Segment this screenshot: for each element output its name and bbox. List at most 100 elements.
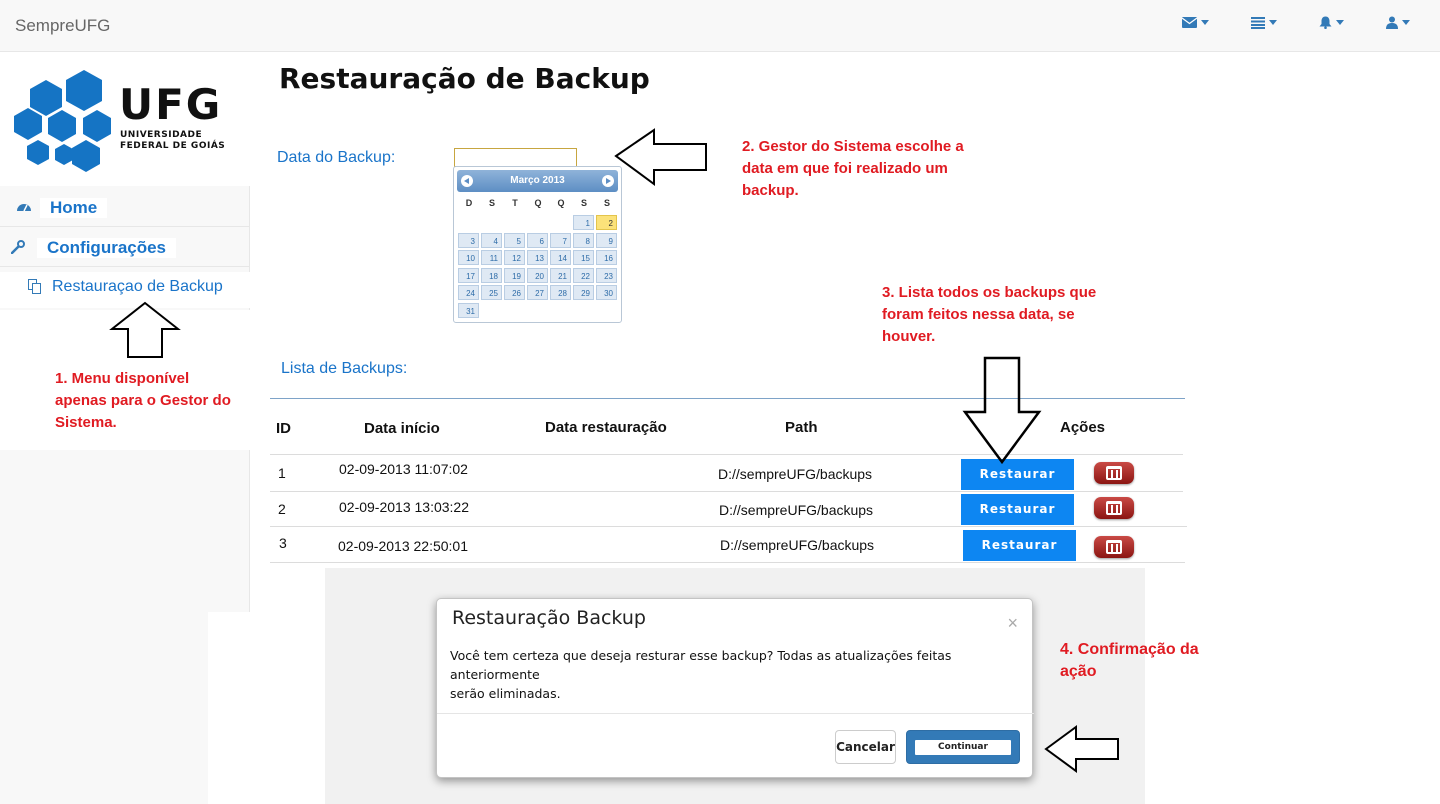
trash-icon	[1106, 540, 1122, 554]
calendar-day[interactable]: 18	[481, 267, 502, 283]
annotation-3-line: foram feitos nessa data, se	[882, 306, 1075, 323]
calendar-day[interactable]: 10	[458, 250, 479, 265]
prev-month-icon[interactable]	[461, 175, 473, 187]
calendar-day[interactable]: 19	[504, 267, 525, 283]
annotation-1-line: 1. Menu disponível	[55, 370, 190, 387]
cell-start: 02-09-2013 11:07:02	[339, 461, 468, 477]
annotation-1-line: Sistema.	[55, 414, 117, 431]
calendar-weekday: S	[580, 198, 587, 208]
wrench-icon	[11, 240, 25, 254]
calendar-day[interactable]: 28	[550, 285, 571, 300]
sidebar-item-label: Configurações	[37, 238, 177, 258]
annotation-arrow-up-icon	[109, 301, 181, 358]
cancel-button[interactable]: Cancelar	[835, 730, 896, 764]
delete-button[interactable]	[1094, 462, 1134, 484]
navbar-icons	[1182, 16, 1410, 29]
calendar-weekday: Q	[534, 198, 542, 208]
cell-id: 3	[279, 535, 287, 551]
delete-button[interactable]	[1094, 536, 1134, 558]
calendar-weekday: S	[488, 198, 495, 208]
annotation-arrow-left-icon	[1044, 725, 1119, 773]
calendar-day[interactable]: 2	[596, 215, 617, 230]
date-label: Data do Backup:	[277, 149, 396, 166]
cell-start: 02-09-2013 13:03:22	[339, 499, 469, 515]
calendar-day[interactable]: 16	[596, 250, 617, 265]
modal-message-line: serão eliminadas.	[450, 686, 561, 701]
calendar-day[interactable]: 14	[550, 250, 571, 265]
calendar-weekday: S	[603, 198, 610, 208]
calendar-day[interactable]: 24	[458, 285, 479, 300]
messages-dropdown[interactable]	[1182, 16, 1209, 29]
list-icon	[1251, 16, 1265, 29]
calendar-day[interactable]: 12	[504, 250, 525, 265]
modal-message-line: Você tem certeza que deseja resturar ess…	[450, 648, 952, 682]
calendar-day[interactable]: 30	[596, 285, 617, 300]
calendar-day[interactable]: 25	[481, 285, 502, 300]
cell-id: 2	[278, 501, 286, 517]
bell-icon	[1319, 16, 1332, 29]
logo-subtitle: UNIVERSIDADE FEDERAL DE GOIÁS	[120, 130, 225, 152]
col-header-id: ID	[276, 420, 291, 437]
calendar-day[interactable]: 21	[550, 267, 571, 283]
alerts-dropdown[interactable]	[1319, 16, 1344, 29]
calendar-day[interactable]: 9	[596, 232, 617, 248]
restore-button[interactable]: Restaurar	[961, 494, 1074, 525]
caret-down-icon	[1269, 20, 1277, 25]
caret-down-icon	[1201, 20, 1209, 25]
calendar-day[interactable]: 26	[504, 285, 525, 300]
calendar-day[interactable]: 20	[527, 267, 548, 283]
logo-title: UFG	[119, 80, 223, 129]
tasks-dropdown[interactable]	[1251, 16, 1277, 29]
delete-button[interactable]	[1094, 497, 1134, 519]
calendar-day[interactable]: 3	[458, 232, 479, 248]
calendar-day[interactable]: 8	[573, 232, 594, 248]
cell-id: 1	[278, 465, 286, 481]
annotation-2-line: 2. Gestor do Sistema escolhe a	[742, 138, 964, 155]
page-title: Restauração de Backup	[279, 62, 650, 95]
close-icon[interactable]: ×	[1007, 613, 1018, 634]
next-month-icon[interactable]	[602, 175, 614, 187]
sidebar-item-configuracoes[interactable]: Configurações	[0, 227, 250, 267]
table-row-divider	[270, 526, 1187, 527]
user-dropdown[interactable]	[1386, 16, 1410, 29]
hexagon-logo-icon	[14, 70, 111, 172]
calendar-day[interactable]: 22	[573, 267, 594, 283]
calendar-day[interactable]: 17	[458, 267, 479, 283]
continue-button-label: Continuar	[915, 740, 1011, 755]
annotation-3-line: houver.	[882, 328, 936, 345]
calendar-weekday: Q	[557, 198, 565, 208]
calendar-day[interactable]: 4	[481, 232, 502, 248]
calendar-weekday: D	[465, 198, 473, 208]
calendar-day[interactable]: 31	[458, 302, 479, 318]
continue-button[interactable]: Continuar	[906, 730, 1020, 764]
calendar-day[interactable]: 5	[504, 232, 525, 248]
calendar-day[interactable]: 11	[481, 250, 502, 265]
table-row-divider	[270, 454, 1183, 455]
calendar-day[interactable]: 27	[527, 285, 548, 300]
envelope-icon	[1182, 17, 1197, 28]
brand-title[interactable]: SempreUFG	[15, 16, 110, 36]
sidebar-blank-area	[208, 612, 250, 804]
calendar-day[interactable]: 13	[527, 250, 548, 265]
annotation-1: 1. Menu disponível apenas para o Gestor …	[55, 368, 231, 434]
calendar-day[interactable]: 23	[596, 267, 617, 283]
copy-icon	[28, 279, 41, 294]
sidebar-item-home[interactable]: Home	[0, 187, 250, 227]
sidebar-item-label: Home	[40, 198, 108, 218]
cell-path: D://sempreUFG/backups	[719, 502, 874, 518]
calendar-weekday: T	[512, 198, 518, 208]
restore-button[interactable]: Restaurar	[963, 530, 1076, 561]
calendar-day[interactable]: 15	[573, 250, 594, 265]
user-icon	[1386, 16, 1398, 29]
calendar-day[interactable]: 29	[573, 285, 594, 300]
calendar-day[interactable]: 7	[550, 232, 571, 248]
cell-start: 02-09-2013 22:50:01	[338, 538, 468, 554]
annotation-2: 2. Gestor do Sistema escolhe a data em q…	[742, 136, 964, 202]
annotation-4-line: 4. Confirmação da	[1060, 641, 1199, 658]
annotation-arrow-left-icon	[614, 128, 707, 186]
annotation-2-line: data em que foi realizado um	[742, 160, 948, 177]
calendar-day[interactable]: 1	[573, 215, 594, 230]
backup-date-input[interactable]	[454, 148, 577, 167]
calendar-day[interactable]: 6	[527, 232, 548, 248]
top-navbar: SempreUFG	[0, 0, 1440, 52]
